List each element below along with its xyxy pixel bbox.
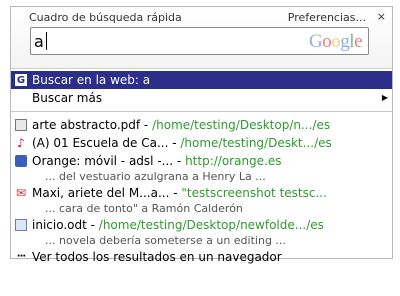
close-icon[interactable]: × [377, 10, 386, 23]
result-item-music[interactable]: ♪ (A) 01 Escuela de Ca... - /home/testin… [11, 134, 392, 152]
results-list: G Buscar en la web: a Buscar más ▶ arte … [11, 71, 392, 266]
search-header: Cuadro de búsqueda rápida Preferencias..… [11, 7, 392, 69]
google-icon: G [15, 74, 27, 86]
mail-icon: ✉ [15, 186, 27, 200]
separator [11, 111, 392, 112]
result-item-odt[interactable]: inicio.odt - /home/testing/Desktop/newfo… [11, 216, 392, 234]
document-icon [15, 119, 27, 131]
view-all-label: Ver todos los resultados en un navegador [32, 250, 282, 264]
search-more-label: Buscar más [32, 91, 103, 105]
window-title: Cuadro de búsqueda rápida [29, 11, 182, 24]
music-note-icon: ♪ [17, 136, 25, 150]
preferences-link[interactable]: Preferencias... [288, 11, 366, 24]
result-snippet: ... cara de tonto" a Ramón Calderón [45, 202, 243, 215]
result-path: /home/testing/Deskt.../es [180, 136, 332, 150]
quick-search-window: Cuadro de búsqueda rápida Preferencias..… [10, 6, 393, 264]
search-more-item[interactable]: Buscar más ▶ [11, 89, 392, 107]
search-field[interactable]: Google [30, 27, 369, 55]
google-logo: Google [309, 31, 362, 52]
result-snippet: ... del vestuario azulgrana a Henry La .… [45, 170, 266, 183]
submenu-arrow-icon: ▶ [381, 93, 388, 102]
ellipsis-icon: ··· [16, 251, 26, 262]
web-page-icon [15, 155, 27, 167]
view-all-item[interactable]: ··· Ver todos los resultados en un naveg… [11, 248, 392, 266]
web-search-label: Buscar en la web: a [32, 73, 151, 87]
result-path: /home/testing/Desktop/n.../es [152, 118, 331, 132]
result-title: inicio.odt - [32, 218, 99, 232]
result-path: http://orange.es [185, 154, 282, 168]
result-title: (A) 01 Escuela de Ca... - [32, 136, 181, 150]
result-path: /home/testing/Desktop/newfolde.../es [98, 218, 324, 232]
text-caret [46, 32, 47, 50]
result-item-mail[interactable]: ✉ Maxi, ariete del M...a... - "testscree… [11, 184, 392, 202]
result-title: arte abstracto.pdf - [32, 118, 153, 132]
result-item-pdf[interactable]: arte abstracto.pdf - /home/testing/Deskt… [11, 116, 392, 134]
web-search-item[interactable]: G Buscar en la web: a [11, 71, 392, 89]
search-input[interactable] [34, 30, 284, 52]
result-path: "testscreenshot testsc... [181, 186, 327, 200]
result-title: Maxi, ariete del M...a... - [32, 186, 182, 200]
result-title: Orange: móvil - adsl -... - [32, 154, 186, 168]
result-item-web[interactable]: Orange: móvil - adsl -... - http://orang… [11, 152, 392, 170]
result-snippet: ... novela debería someterse a un editin… [45, 234, 286, 247]
odt-document-icon [15, 219, 27, 231]
